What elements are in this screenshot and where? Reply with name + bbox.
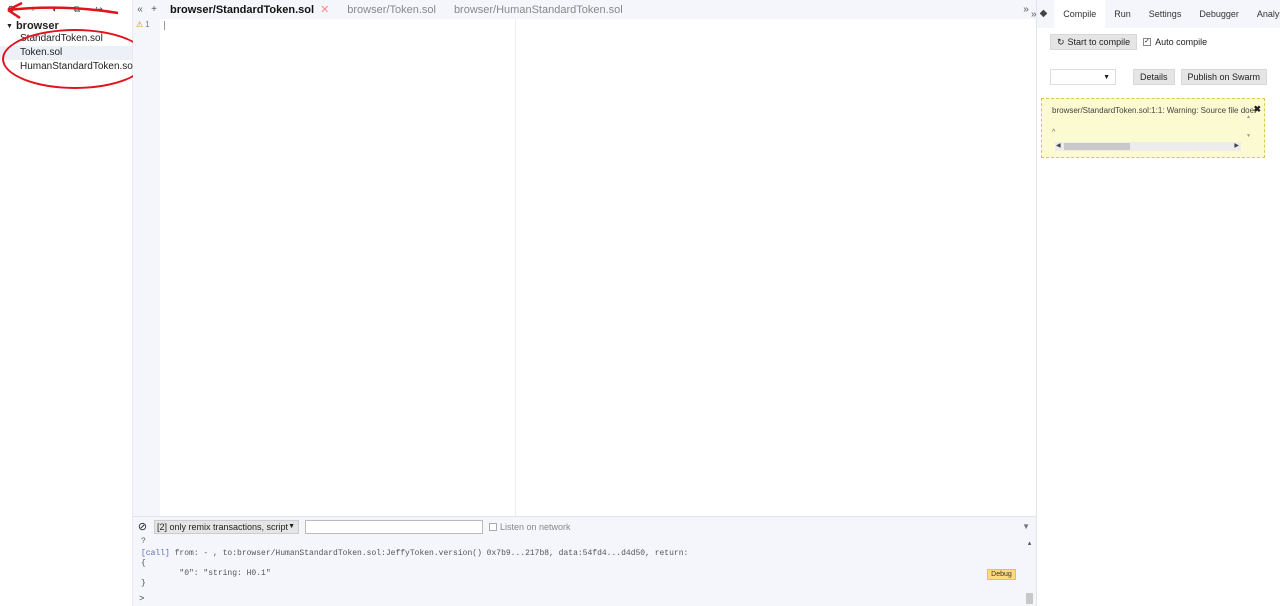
close-tab-icon[interactable]: ✕ [320,3,329,16]
scroll-up-icon[interactable]: ▲ [1026,540,1033,547]
tab-settings[interactable]: Settings [1140,0,1191,28]
right-panel: » ◆ Compile Run Settings Debugger Analys… [1031,0,1280,606]
auto-compile-checkbox[interactable]: ✓ [1143,38,1152,46]
details-button[interactable]: Details [1133,69,1175,85]
clear-console-icon[interactable]: ⊘ [137,521,148,533]
terminal-line: ? [141,537,146,546]
tab-label: browser/Token.sol [347,3,436,16]
link-icon[interactable]: ↪ [94,4,104,14]
text-cursor [164,21,165,30]
folder-browser[interactable]: ▼ browser [0,20,132,32]
chevron-down-icon: ▼ [1103,73,1110,81]
start-compile-button[interactable]: ↻ Start to compile [1050,34,1138,50]
copy-icon[interactable]: ⧉ [72,4,82,14]
terminal-search-input[interactable] [305,519,483,534]
call-tag: [call] [141,549,170,558]
file-item-token[interactable]: Token.sol [0,46,132,60]
contract-controls: ▼ Details Publish on Swarm [1050,69,1268,85]
start-compile-label: Start to compile [1067,37,1131,47]
refresh-icon: ↻ [1057,36,1065,47]
terminal-filter-select[interactable]: [2] only remix transactions, script ▼ [154,519,299,534]
file-item-humanstandardtoken[interactable]: HumanStandardToken.sol [0,60,135,74]
compiler-warning: browser/StandardToken.sol:1:1: Warning: … [1041,98,1265,158]
terminal-toolbar: ⊘ [2] only remix transactions, script ▼ … [133,517,1036,536]
terminal-output: ? [call] from: - , to:browser/HumanStand… [133,536,1036,606]
right-panel-tabs: » ◆ Compile Run Settings Debugger Analys… [1031,0,1280,28]
auto-compile: ✓ Auto compile [1143,37,1207,47]
file-explorer: ⚙ + ◐ ⧉ ↪ ▼ browser StandardToken.sol To… [0,0,135,606]
github-icon[interactable]: ◐ [50,4,60,14]
listen-network: Listen on network [489,522,571,532]
publish-swarm-button[interactable]: Publish on Swarm [1180,69,1268,85]
tabs-scroll-left-icon[interactable]: « [133,4,147,15]
collapse-panel-icon[interactable]: » [1031,9,1037,20]
listen-network-checkbox[interactable] [489,522,497,531]
tab-analysis[interactable]: Analysis [1248,0,1280,28]
call-text: from: - , to:browser/HumanStandardToken.… [169,549,689,558]
terminal-line: "0": "string: H0.1" [141,569,271,578]
editor: « + browser/StandardToken.sol ✕ browser/… [133,0,1036,516]
compile-panel: ↻ Start to compile ✓ Auto compile ▼ Deta… [1037,28,1280,606]
terminal: ⊘ [2] only remix transactions, script ▼ … [133,516,1036,606]
tab-run[interactable]: Run [1105,0,1140,28]
terminal-line: { [141,559,146,568]
scroll-left-icon[interactable]: ◀ [1056,142,1061,151]
new-file-icon[interactable]: + [28,4,38,14]
file-explorer-toolbar: ⚙ + ◐ ⧉ ↪ [0,0,132,18]
tab-debugger[interactable]: Debugger [1190,0,1248,28]
tab-token[interactable]: browser/Token.sol [338,0,445,19]
editor-gutter: ⚠ 1 [133,19,160,516]
auto-compile-label: Auto compile [1155,37,1208,47]
folder-label: browser [15,20,59,32]
tab-humanstandardtoken[interactable]: browser/HumanStandardToken.sol [445,0,632,19]
tab-label: browser/HumanStandardToken.sol [453,3,623,16]
debug-button[interactable]: Debug [987,569,1016,580]
line-number-row: ⚠ 1 [133,19,160,29]
warning-caret: ^ [1052,129,1056,136]
scrollbar-thumb[interactable] [1026,593,1033,604]
terminal-filter-value: [2] only remix transactions, script [157,521,289,532]
terminal-prompt[interactable]: > [139,594,144,604]
file-item-standardtoken[interactable]: StandardToken.sol [0,32,132,46]
scroll-right-icon[interactable]: ▶ [1234,142,1239,151]
warning-message: browser/StandardToken.sol:1:1: Warning: … [1052,106,1256,115]
warning-icon: ⚠ [136,19,144,29]
tab-compile[interactable]: Compile [1054,0,1106,28]
tab-label: browser/StandardToken.sol [170,3,315,16]
caret-down-icon: ▼ [6,22,13,30]
scrollbar-thumb[interactable] [1064,143,1130,150]
warning-vertical-scrollbar[interactable]: ▲ ▼ [1246,108,1251,146]
terminal-scrollbar[interactable]: ▲ [1026,540,1033,604]
settings-icon[interactable]: ⚙ [6,4,16,14]
tab-standardtoken[interactable]: browser/StandardToken.sol ✕ [161,0,338,19]
editor-tabs: « + browser/StandardToken.sol ✕ browser/… [133,0,1036,19]
ethereum-icon: ◆ [1039,8,1048,19]
remix-ide: ⚙ + ◐ ⧉ ↪ ▼ browser StandardToken.sol To… [0,0,1280,606]
print-margin [515,19,516,516]
code-area[interactable] [160,19,1036,516]
close-icon[interactable]: ✖ [1253,104,1261,115]
listen-network-label: Listen on network [500,521,571,532]
toggle-terminal-icon[interactable]: ▼ [1022,522,1030,531]
compile-controls: ↻ Start to compile ✓ Auto compile [1050,34,1207,50]
new-tab-icon[interactable]: + [147,4,161,15]
ethereum-logo: ◆ [1040,9,1048,19]
chevron-down-icon: ▼ [288,523,295,530]
terminal-line: } [141,579,146,588]
contract-select[interactable]: ▼ [1050,69,1116,85]
warning-horizontal-scrollbar[interactable]: ◀ ▶ [1055,142,1241,151]
terminal-call-line: [call] from: - , to:browser/HumanStandar… [141,549,688,558]
line-number: 1 [145,19,150,29]
